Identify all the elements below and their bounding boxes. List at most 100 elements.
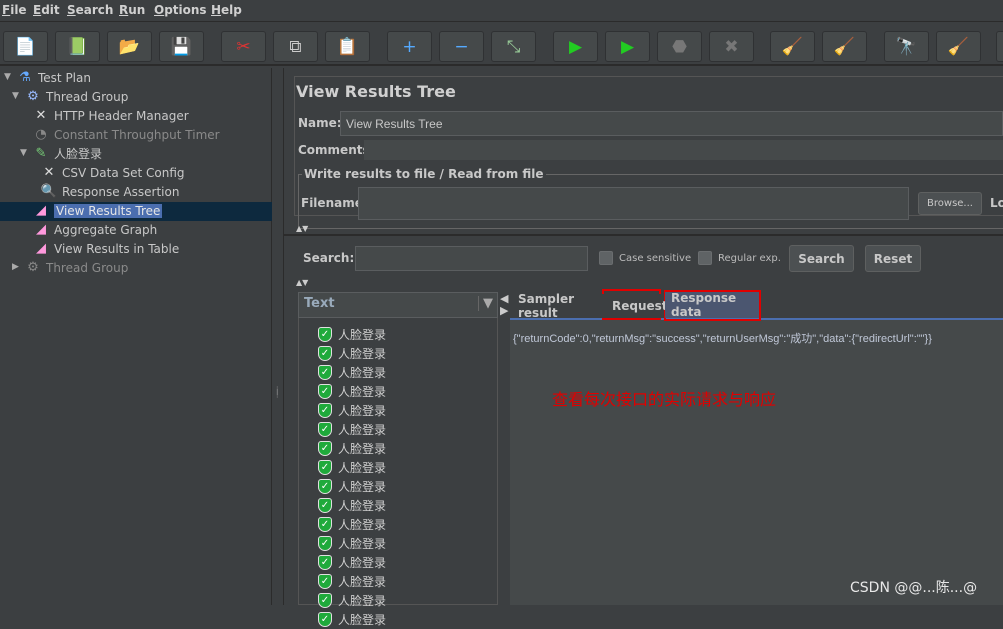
success-shield-icon: ✓ — [318, 365, 332, 380]
paste-button[interactable]: 📋 — [325, 31, 370, 62]
split-arrows-icon[interactable]: ◀ ▶ — [500, 293, 508, 317]
splitter-grip[interactable]: ⁝ ⁝ ⁝ — [276, 386, 279, 400]
comments-input[interactable] — [364, 140, 1003, 160]
collapse-arrows-icon[interactable]: ▲▼ — [296, 224, 308, 233]
templates-button[interactable]: 📗 — [55, 31, 100, 62]
menu-run[interactable]: Run — [119, 3, 145, 17]
annotation-text: 查看每次接口的实际请求与响应 — [552, 390, 777, 409]
expand-button[interactable]: + — [387, 31, 432, 62]
cut-button[interactable]: ✂ — [221, 31, 266, 62]
menu-file[interactable]: File — [2, 3, 27, 17]
tree-node[interactable]: ◢ View Results Tree — [33, 201, 163, 220]
result-item[interactable]: ✓ 人脸登录 — [318, 401, 386, 420]
tree-node-label: View Results in Table — [54, 241, 180, 256]
tree-node[interactable]: ⚙ Thread Group — [25, 258, 128, 277]
tree-node-label: 人脸登录 — [54, 147, 103, 161]
menu-help[interactable]: Help — [211, 3, 242, 17]
result-item[interactable]: ✓ 人脸登录 — [318, 420, 386, 439]
menu-search[interactable]: Search — [67, 3, 113, 17]
result-item[interactable]: ✓ 人脸登录 — [318, 553, 386, 572]
result-item[interactable]: ✓ 人脸登录 — [318, 344, 386, 363]
tree-toggle-expanded-icon[interactable]: ▼ — [4, 72, 11, 82]
regular-exp-label: Regular exp. — [718, 253, 781, 264]
name-input[interactable] — [340, 111, 1003, 136]
test-plan-tree[interactable]: ▼ ⚗ Test Plan ▼ ⚙ Thread Group ✕ HTTP Header Ma… — [0, 68, 272, 605]
regular-exp-checkbox[interactable] — [698, 251, 712, 265]
result-item[interactable]: ✓ 人脸登录 — [318, 591, 386, 610]
start-button[interactable]: ▶ — [553, 31, 598, 62]
tree-node[interactable]: ◔ Constant Throughput Timer — [33, 125, 219, 144]
clear-button[interactable]: 🧹 — [770, 31, 815, 62]
tab-response-data[interactable]: Response data — [665, 291, 759, 319]
search-button[interactable]: Search — [789, 245, 854, 272]
gear-icon: ⚙ — [27, 89, 39, 104]
result-item[interactable]: ✓ 人脸登录 — [318, 363, 386, 382]
tree-node[interactable]: ⚗ Test Plan — [17, 68, 91, 87]
result-item-label: 人脸登录 — [338, 461, 387, 475]
tree-node[interactable]: ⚙ Thread Group — [25, 87, 128, 106]
tree-node[interactable]: ✕ HTTP Header Manager — [33, 106, 189, 125]
result-item-label: 人脸登录 — [338, 347, 387, 361]
shutdown-button[interactable]: ✖ — [709, 31, 754, 62]
more-button[interactable] — [996, 31, 1003, 62]
tree-toggle-expanded-icon[interactable]: ▼ — [20, 148, 27, 158]
result-item[interactable]: ✓ 人脸登录 — [318, 534, 386, 553]
collapse-button[interactable]: − — [439, 31, 484, 62]
result-item[interactable]: ✓ 人脸登录 — [318, 610, 386, 629]
result-item[interactable]: ✓ 人脸登录 — [318, 439, 386, 458]
success-shield-icon: ✓ — [318, 327, 332, 342]
new-button[interactable]: 📄 — [3, 31, 48, 62]
result-item[interactable]: ✓ 人脸登录 — [318, 572, 386, 591]
tab-request[interactable]: Request — [606, 294, 668, 318]
tab-sampler-result[interactable]: Sampler result — [512, 292, 604, 320]
success-shield-icon: ✓ — [318, 403, 332, 418]
reset-search-button[interactable]: 🧹 — [936, 31, 981, 62]
collapse-arrows-icon[interactable]: ▲▼ — [296, 278, 308, 287]
result-item[interactable]: ✓ 人脸登录 — [318, 496, 386, 515]
menu-edit[interactable]: Edit — [33, 3, 60, 17]
reset-button[interactable]: Reset — [865, 245, 921, 272]
copy-button[interactable]: ⧉ — [273, 31, 318, 62]
open-button[interactable]: 📂 — [107, 31, 152, 62]
toggle-button[interactable]: ⤡ — [491, 31, 536, 62]
save-button[interactable]: 💾 — [159, 31, 204, 62]
result-item[interactable]: ✓ 人脸登录 — [318, 382, 386, 401]
tree-node[interactable]: ◢ Aggregate Graph — [33, 220, 157, 239]
start-no-pauses-button[interactable]: ▶ — [605, 31, 650, 62]
clear-all-button[interactable]: 🧹 — [822, 31, 867, 62]
graph-icon: ◢ — [36, 222, 46, 237]
menu-options[interactable]: Options — [154, 3, 207, 17]
tree-node[interactable]: 🔍 Response Assertion — [41, 182, 180, 201]
search-input[interactable] — [355, 246, 588, 271]
success-shield-icon: ✓ — [318, 460, 332, 475]
result-item[interactable]: ✓ 人脸登录 — [318, 477, 386, 496]
success-shield-icon: ✓ — [318, 612, 332, 627]
filename-input[interactable] — [358, 187, 909, 220]
search-binoculars-button[interactable]: 🔭 — [884, 31, 929, 62]
case-sensitive-checkbox[interactable] — [599, 251, 613, 265]
result-item[interactable]: ✓ 人脸登录 — [318, 325, 386, 344]
tree-toggle-collapsed-icon[interactable]: ▶ — [12, 262, 19, 272]
timer-icon: ◔ — [35, 127, 47, 142]
tree-toggle-expanded-icon[interactable]: ▼ — [12, 91, 19, 101]
paste-icon: 📋 — [336, 36, 359, 57]
tree-node[interactable]: ◢ View Results in Table — [33, 239, 179, 258]
result-item[interactable]: ✓ 人脸登录 — [318, 458, 386, 477]
new-icon: 📄 — [14, 36, 37, 57]
clear-icon: 🧹 — [781, 36, 804, 57]
result-item[interactable]: ✓ 人脸登录 — [318, 515, 386, 534]
browse-button[interactable]: Browse... — [918, 192, 982, 215]
renderer-select[interactable]: Text ▼ — [298, 292, 498, 318]
result-item-label: 人脸登录 — [338, 613, 387, 627]
tree-node[interactable]: ✕ CSV Data Set Config — [41, 163, 185, 182]
save-icon: 💾 — [170, 36, 193, 57]
flask-icon: ⚗ — [19, 70, 31, 85]
tree-node[interactable]: ✎ 人脸登录 — [33, 144, 102, 163]
stop-button[interactable]: ⬣ — [657, 31, 702, 62]
splitter[interactable]: ⁝ ⁝ ⁝ — [273, 68, 284, 605]
success-shield-icon: ✓ — [318, 536, 332, 551]
success-shield-icon: ✓ — [318, 384, 332, 399]
response-area[interactable] — [510, 318, 1003, 605]
renderer-select-value: Text — [304, 296, 335, 311]
view-results-tree-panel: View Results Tree Name: Comments: Write … — [284, 68, 1003, 605]
